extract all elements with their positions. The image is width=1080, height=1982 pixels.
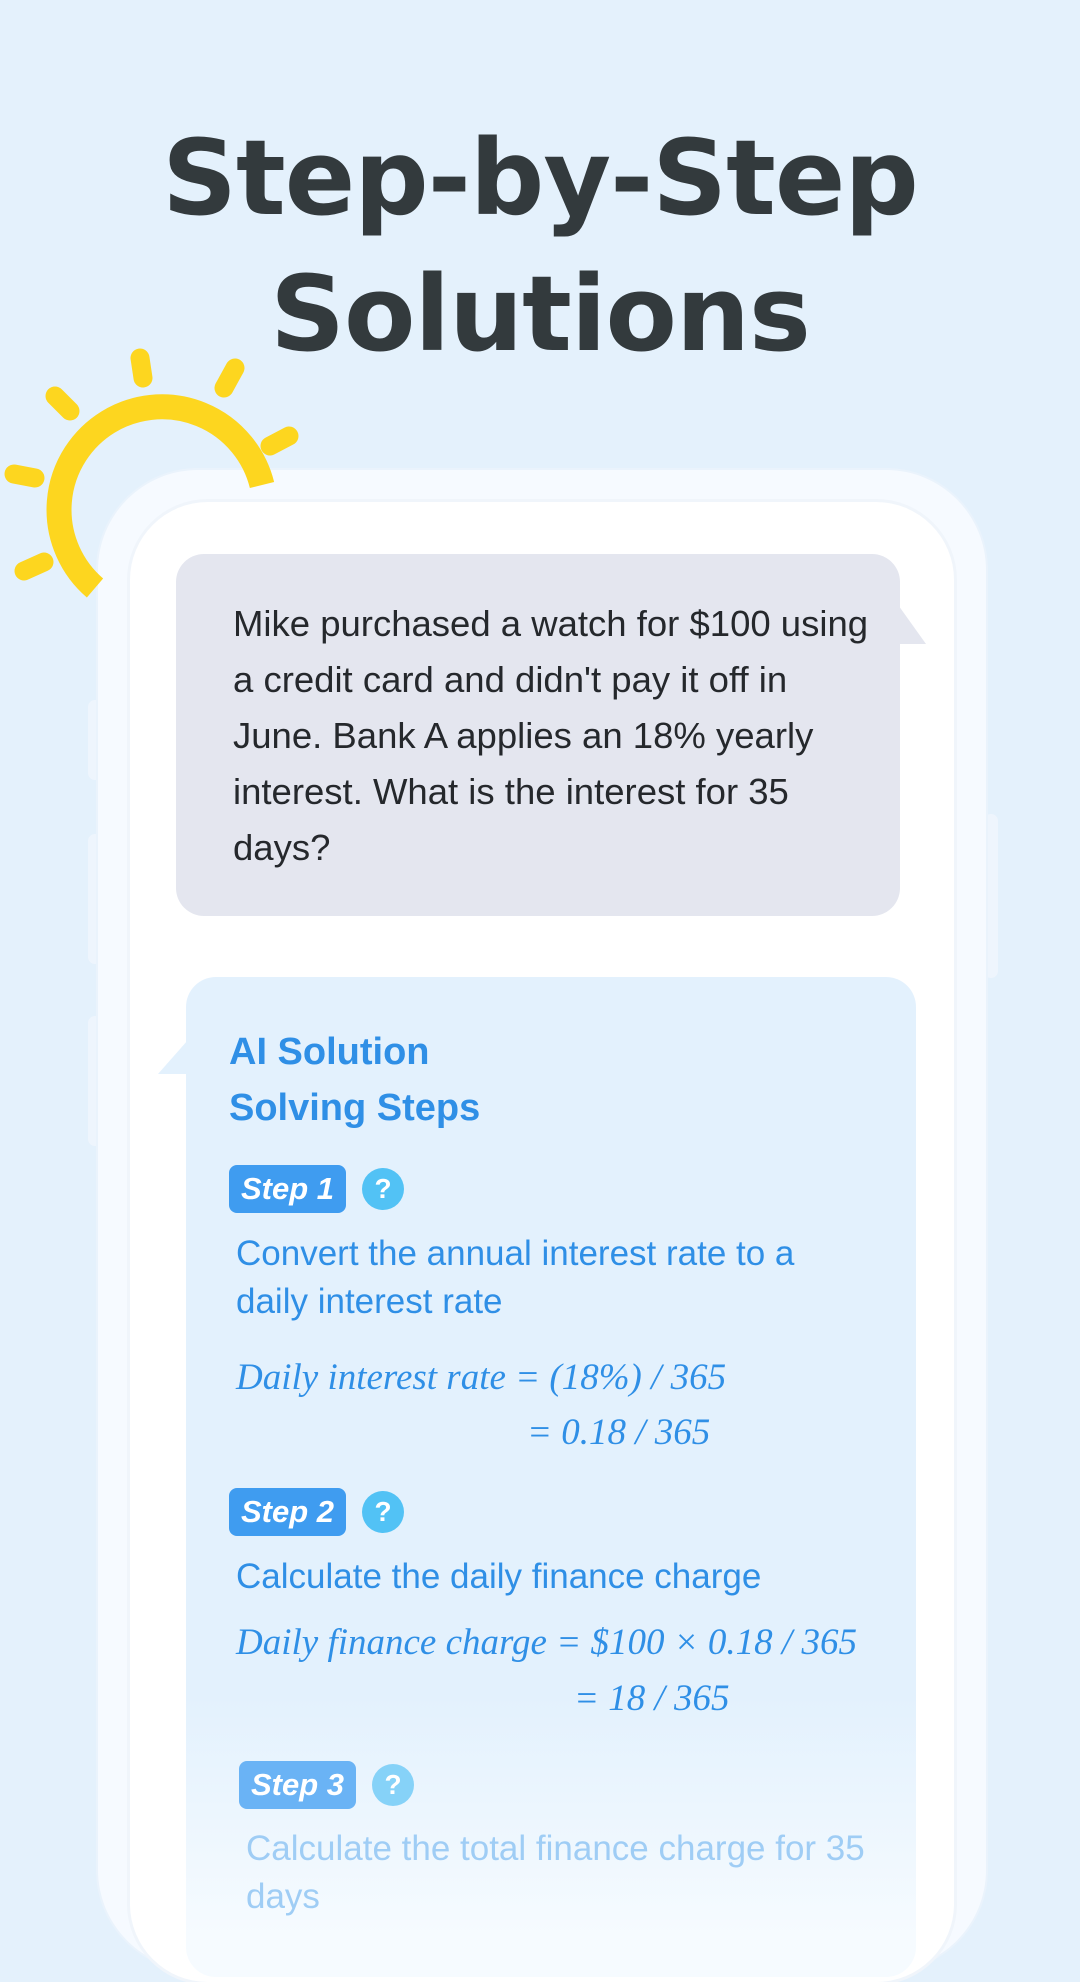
step-1-description: Convert the annual interest rate to a da…: [236, 1234, 795, 1321]
step-3-header: Step 3 ?: [239, 1760, 415, 1810]
step-1-formula-line-1: Daily interest rate = (18%) / 365: [236, 1357, 727, 1398]
question-bubble-tail: [896, 602, 926, 644]
step-1-formula-line-2: = 0.18 / 365: [527, 1412, 711, 1453]
step-2-formula-line-1: Daily finance charge = $100 × 0.18 / 365: [236, 1622, 857, 1663]
question-mark-icon[interactable]: ?: [362, 1168, 405, 1210]
ai-solution-title: AI Solution Solving Steps: [229, 1024, 480, 1136]
step-2-formula-line-2: = 18 / 365: [574, 1678, 730, 1719]
headline-line-1: Step-by-Step: [162, 117, 919, 239]
step-2-badge: Step 2: [229, 1488, 347, 1536]
headline-line-2: Solutions: [270, 253, 811, 375]
question-mark-icon[interactable]: ?: [362, 1491, 405, 1533]
phone-side-button-right: [984, 814, 998, 978]
step-1-header: Step 1 ?: [229, 1164, 405, 1214]
answer-bubble-tail: [158, 1040, 188, 1074]
question-mark-icon[interactable]: ?: [372, 1764, 415, 1806]
step-2-header: Step 2 ?: [229, 1487, 405, 1537]
step-3-badge: Step 3: [239, 1761, 357, 1809]
step-1-badge: Step 1: [229, 1165, 347, 1213]
question-text: Mike purchased a watch for $100 using a …: [233, 603, 869, 868]
step-3-description: Calculate the total finance charge for 3…: [246, 1829, 865, 1916]
solving-steps-label: Solving Steps: [229, 1087, 481, 1129]
ai-solution-label: AI Solution: [229, 1031, 430, 1073]
step-2-description: Calculate the daily finance charge: [236, 1557, 762, 1596]
